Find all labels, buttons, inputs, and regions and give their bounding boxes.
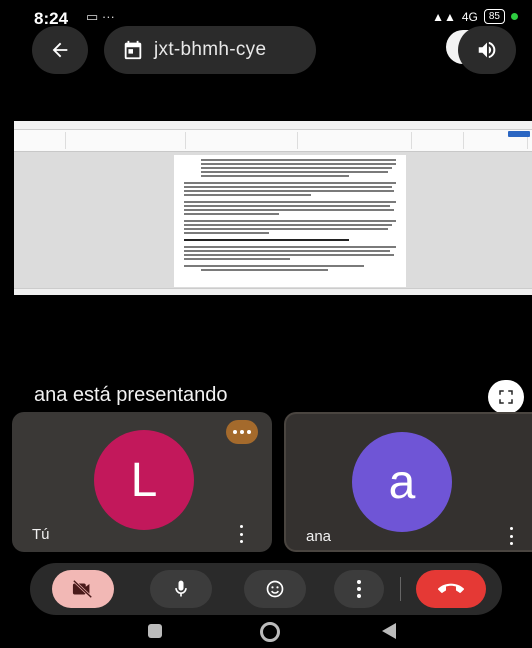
emoji-icon bbox=[266, 580, 284, 598]
word-status-bar bbox=[14, 288, 532, 295]
avatar: a bbox=[352, 432, 452, 532]
audio-output-button[interactable] bbox=[458, 26, 516, 74]
tile-more-options-icon[interactable] bbox=[236, 525, 246, 543]
privacy-dot-icon bbox=[511, 13, 518, 20]
call-controls bbox=[30, 563, 502, 615]
participant-tile-ana[interactable]: a ana bbox=[284, 412, 532, 552]
hang-up-icon bbox=[438, 583, 464, 593]
word-ribbon-tabs bbox=[14, 121, 532, 130]
camera-off-icon bbox=[72, 579, 93, 599]
home-icon[interactable] bbox=[260, 622, 280, 642]
microphone-button[interactable] bbox=[150, 570, 212, 608]
camera-toggle-button[interactable] bbox=[52, 570, 114, 608]
network-type: 4G bbox=[461, 9, 478, 24]
meeting-info-button[interactable]: jxt-bhmh-cye bbox=[104, 26, 316, 74]
tile-more-options-icon[interactable] bbox=[506, 527, 516, 545]
signal-icon: ▲▲ bbox=[432, 9, 456, 24]
avatar: L bbox=[94, 430, 194, 530]
microphone-icon bbox=[175, 580, 187, 597]
battery-icon: 85 bbox=[483, 9, 505, 24]
word-ribbon bbox=[14, 130, 532, 152]
shared-screen bbox=[14, 121, 532, 295]
calendar-icon bbox=[124, 40, 142, 60]
fullscreen-button[interactable] bbox=[488, 380, 524, 414]
presenting-label: ana está presentando bbox=[34, 384, 228, 406]
back-triangle-icon[interactable] bbox=[382, 623, 396, 639]
reactions-button[interactable] bbox=[244, 570, 306, 608]
participant-name: ana bbox=[306, 528, 332, 545]
back-button[interactable] bbox=[32, 26, 88, 74]
more-options-button[interactable] bbox=[334, 570, 384, 608]
android-nav-bar bbox=[0, 616, 532, 648]
meeting-code: jxt-bhmh-cye bbox=[154, 39, 267, 60]
participant-name: Tú bbox=[32, 526, 50, 543]
speaker-icon bbox=[478, 41, 496, 59]
status-right: ▲▲ 4G 85 bbox=[432, 9, 518, 24]
recents-icon[interactable] bbox=[148, 624, 162, 638]
fullscreen-icon bbox=[499, 390, 513, 404]
controls-divider bbox=[400, 577, 401, 601]
notification-icons: ▭ ··· bbox=[86, 9, 115, 24]
document-page bbox=[174, 155, 406, 287]
more-options-badge-icon[interactable] bbox=[226, 420, 258, 444]
end-call-button[interactable] bbox=[416, 570, 486, 608]
arrow-left-icon bbox=[52, 42, 68, 58]
more-vert-icon bbox=[357, 580, 361, 598]
